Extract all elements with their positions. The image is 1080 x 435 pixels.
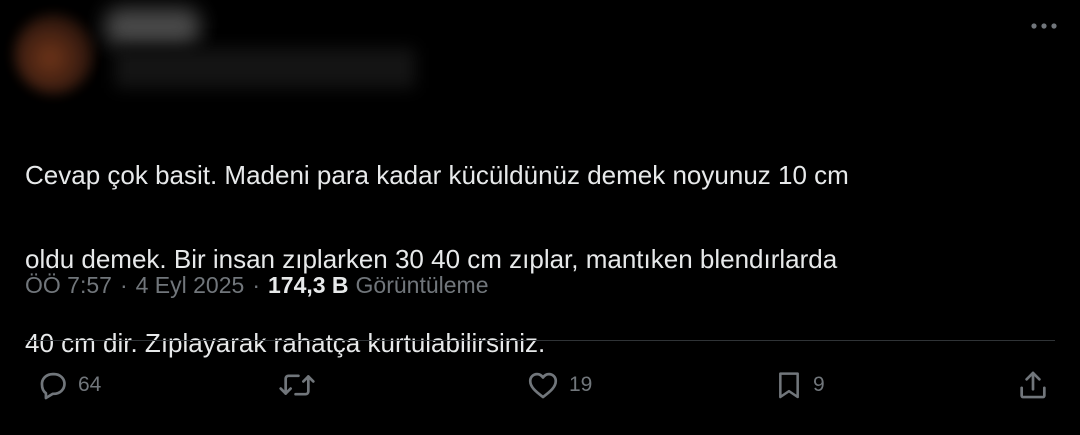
tweet-meta: ÖÖ 7:57 · 4 Eyl 2025 · 174,3 B Görüntüle… [25, 272, 489, 299]
more-options-button[interactable] [1026, 12, 1062, 40]
reply-button[interactable]: 64 [36, 360, 101, 410]
action-bar: 64 19 9 [0, 360, 1080, 410]
share-upload-icon [1020, 371, 1046, 399]
retweet-arrows-icon [279, 374, 315, 396]
avatar[interactable] [14, 14, 94, 94]
divider [25, 340, 1055, 341]
views-label: Görüntüleme [355, 272, 489, 298]
speech-bubble-icon [40, 372, 66, 400]
tweet-text-line: 40 cm dir. Zıplayarak rahatça kurtulabil… [25, 328, 546, 358]
reply-count: 64 [78, 373, 102, 396]
like-count: 19 [569, 373, 593, 396]
tweet-time[interactable]: ÖÖ 7:57 [25, 272, 112, 299]
views-count: 174,3 B [267, 272, 349, 298]
bookmark-icon [779, 372, 799, 399]
bookmark-button[interactable]: 9 [773, 360, 825, 410]
like-button[interactable]: 19 [525, 360, 592, 410]
heart-icon [528, 372, 558, 399]
author-name-blurred[interactable] [105, 8, 200, 46]
tweet-date[interactable]: 4 Eyl 2025 [136, 272, 245, 299]
meta-separator: · [119, 272, 128, 298]
bookmark-count: 9 [813, 373, 825, 396]
author-handle-blurred [115, 48, 415, 88]
retweet-button[interactable] [277, 360, 325, 410]
share-button[interactable] [1016, 360, 1050, 410]
more-horizontal-icon [1031, 23, 1057, 29]
tweet-text-line: Cevap çok basit. Madeni para kadar kücül… [25, 160, 849, 190]
meta-separator: · [252, 272, 260, 298]
tweet-header [0, 0, 1080, 105]
